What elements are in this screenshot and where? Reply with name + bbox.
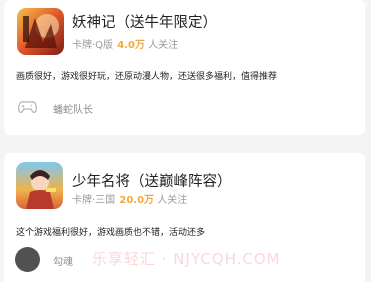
follower-label: 人关注 — [157, 195, 188, 206]
game-meta: 卡牌·三国 20.0万 人关注 — [72, 191, 187, 206]
game-category: 卡牌·Q版 — [72, 40, 114, 51]
game-recommendation-list: 妖神记（送牛年限定） 卡牌·Q版 4.0万 人关注 画质很好，游戏很好玩，还原动… — [0, 0, 371, 282]
game-title[interactable]: 少年名将（送巅峰阵容） — [72, 170, 232, 191]
game-cover-icon[interactable] — [17, 8, 64, 55]
gamepad-icon — [17, 99, 38, 115]
game-meta: 卡牌·Q版 4.0万 人关注 — [72, 36, 178, 51]
game-cover-icon[interactable] — [16, 162, 63, 209]
follower-count: 20.0万 — [119, 195, 155, 206]
game-title[interactable]: 妖神记（送牛年限定） — [72, 11, 217, 32]
review-text: 这个游戏福利很好，游戏画质也不错，活动还多 — [16, 228, 206, 238]
avatar[interactable] — [15, 247, 40, 272]
follower-label: 人关注 — [148, 40, 179, 51]
watermark: 乐享轻汇 · NJYCQH.COM — [92, 250, 281, 268]
follower-count: 4.0万 — [117, 40, 145, 51]
game-category: 卡牌·三国 — [72, 195, 116, 206]
game-card[interactable]: 妖神记（送牛年限定） 卡牌·Q版 4.0万 人关注 画质很好，游戏很好玩，还原动… — [4, 0, 365, 135]
review-text: 画质很好，游戏很好玩，还原动漫人物，还送很多福利，值得推荐 — [16, 72, 278, 82]
author-name[interactable]: 勾魂 — [53, 253, 73, 268]
author-name[interactable]: 蟠蛇队长 — [53, 101, 93, 116]
